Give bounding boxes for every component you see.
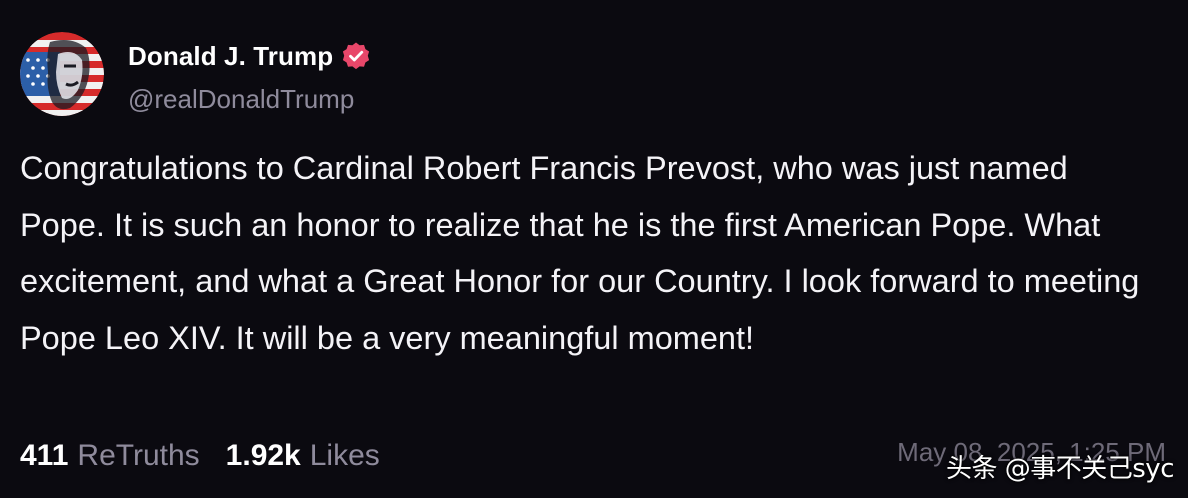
post-stats: 411 ReTruths 1.92k Likes bbox=[20, 436, 380, 476]
likes-count[interactable]: 1.92k bbox=[226, 439, 301, 473]
avatar-image bbox=[20, 32, 104, 116]
verified-badge-icon bbox=[341, 41, 371, 71]
likes-label[interactable]: Likes bbox=[310, 439, 380, 473]
author-avatar[interactable] bbox=[20, 32, 104, 116]
retruths-label[interactable]: ReTruths bbox=[77, 439, 199, 473]
truth-post[interactable]: Donald J. Trump @realDonaldTrump Congrat… bbox=[0, 0, 1188, 498]
retruths-count[interactable]: 411 bbox=[20, 439, 68, 473]
post-body-text: Congratulations to Cardinal Robert Franc… bbox=[20, 150, 1140, 356]
author-display-name[interactable]: Donald J. Trump bbox=[128, 41, 333, 72]
author-handle[interactable]: @realDonaldTrump bbox=[128, 84, 354, 115]
author-name-row[interactable]: Donald J. Trump bbox=[128, 38, 371, 74]
watermark-text: 头条 @事不关己syc bbox=[946, 454, 1175, 484]
